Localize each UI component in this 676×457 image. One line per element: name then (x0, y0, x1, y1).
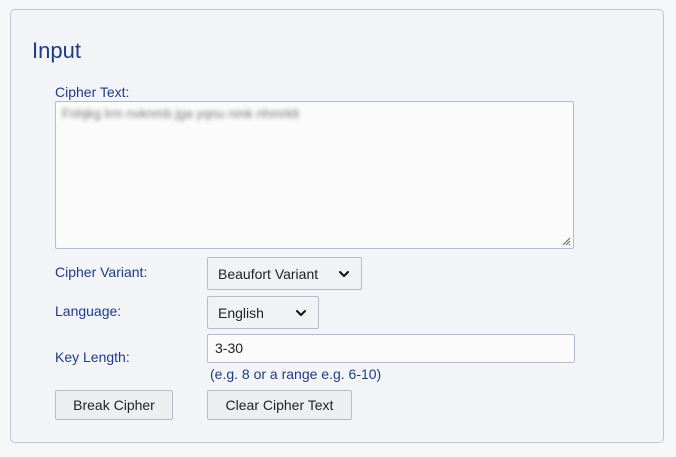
break-cipher-button[interactable]: Break Cipher (55, 390, 173, 420)
key-length-label: Key Length: (55, 349, 130, 365)
key-length-input[interactable]: 3-30 (207, 334, 575, 363)
cipher-text-field[interactable]: Fnhjkg lrm nvknmb jga yqnu nmk nhmrklt (56, 102, 573, 248)
cipher-variant-label: Cipher Variant: (55, 264, 148, 280)
cipher-variant-value: Beaufort Variant (218, 265, 319, 282)
language-label: Language: (55, 303, 122, 319)
cipher-text-area[interactable]: Fnhjkg lrm nvknmb jga yqnu nmk nhmrklt (55, 101, 574, 249)
cipher-variant-select[interactable]: Beaufort Variant (207, 257, 362, 290)
chevron-down-icon (294, 306, 308, 320)
key-length-hint: (e.g. 8 or a range e.g. 6-10) (210, 366, 382, 382)
panel-title: Input (32, 38, 81, 63)
language-value: English (218, 304, 264, 321)
clear-cipher-text-button[interactable]: Clear Cipher Text (207, 390, 352, 420)
cipher-text-label: Cipher Text: (55, 84, 130, 100)
input-panel: Input Cipher Text: Fnhjkg lrm nvknmb jga… (10, 9, 664, 443)
language-select[interactable]: English (207, 296, 319, 329)
chevron-down-icon (337, 267, 351, 281)
